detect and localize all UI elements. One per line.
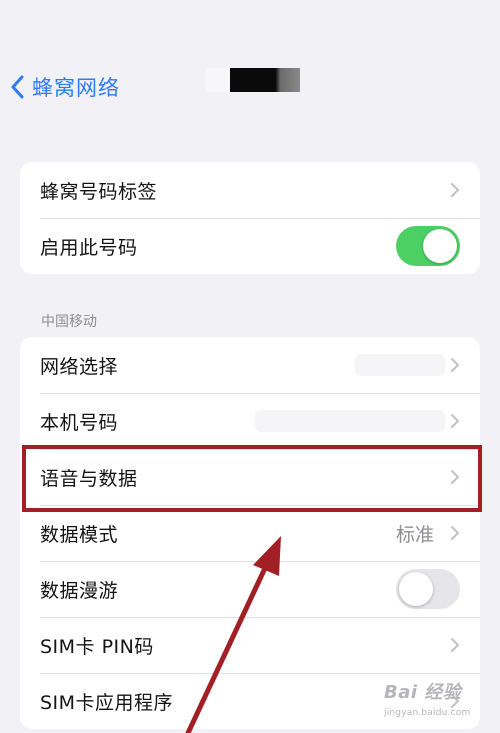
watermark: Bai 经验 jingyan.baidu.com [382, 676, 492, 726]
row-label: 数据模式 [40, 523, 119, 546]
row-data-mode[interactable]: 数据模式 标准 [20, 505, 480, 561]
chevron-right-icon [450, 182, 460, 198]
back-label: 蜂窝网络 [32, 76, 120, 100]
watermark-url: jingyan.baidu.com [384, 708, 471, 718]
row-label: 蜂窝号码标签 [40, 180, 158, 203]
row-voice-and-data[interactable]: 语音与数据 [20, 449, 480, 505]
settings-group-carrier: 网络选择 本机号码 语音与数据 数据模式 标准 数据漫游 SIM卡 PIN码 S… [20, 337, 480, 729]
navigation-bar: 蜂窝网络 [0, 60, 500, 120]
blurred-value [255, 410, 445, 432]
chevron-right-icon [450, 469, 460, 485]
chevron-right-icon [450, 637, 460, 653]
chevron-right-icon [450, 413, 460, 429]
blurred-value [355, 354, 445, 376]
watermark-logo: Bai 经验 [384, 682, 462, 703]
row-label: 语音与数据 [40, 467, 138, 490]
redacted-title [230, 68, 300, 92]
row-data-roaming: 数据漫游 [20, 561, 480, 617]
row-label: SIM卡应用程序 [40, 691, 174, 714]
data-mode-value: 标准 [395, 523, 434, 546]
row-label: SIM卡 PIN码 [40, 635, 154, 658]
row-number-label[interactable]: 蜂窝号码标签 [20, 162, 480, 218]
toggle-knob [423, 229, 457, 263]
row-label: 网络选择 [40, 355, 119, 378]
row-label: 本机号码 [40, 411, 119, 434]
section-header-carrier: 中国移动 [41, 314, 97, 330]
chevron-left-icon [10, 75, 24, 99]
back-button[interactable]: 蜂窝网络 [10, 72, 120, 102]
row-sim-pin[interactable]: SIM卡 PIN码 [20, 617, 480, 673]
chevron-right-icon [450, 525, 460, 541]
settings-group-number: 蜂窝号码标签 启用此号码 [20, 162, 480, 274]
row-my-number[interactable]: 本机号码 [20, 393, 480, 449]
data-roaming-toggle[interactable] [396, 569, 460, 609]
toggle-knob [399, 572, 433, 606]
enable-number-toggle[interactable] [396, 226, 460, 266]
chevron-right-icon [450, 357, 460, 373]
row-label: 数据漫游 [40, 579, 119, 602]
row-enable-number: 启用此号码 [20, 218, 480, 274]
row-network-selection[interactable]: 网络选择 [20, 337, 480, 393]
redaction-blur [205, 68, 233, 92]
row-label: 启用此号码 [40, 236, 138, 259]
